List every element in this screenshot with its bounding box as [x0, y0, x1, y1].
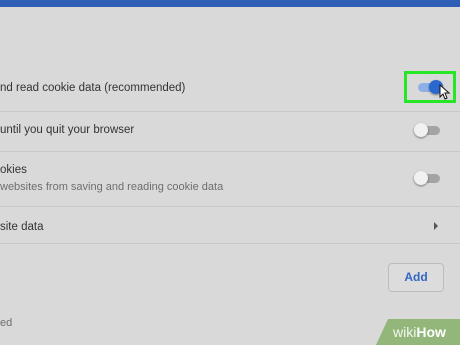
watermark-logo: wikiHow [393, 324, 446, 340]
chevron-right-icon [434, 222, 438, 230]
divider [0, 111, 460, 112]
toggle-knob [414, 171, 428, 185]
divider [0, 243, 460, 244]
wikihow-watermark: wikiHow [376, 319, 460, 345]
keep-local-data-label: until you quit your browser [0, 124, 135, 136]
top-bar [0, 0, 460, 7]
toggle-knob [414, 123, 428, 137]
block-third-party-toggle[interactable] [414, 168, 442, 188]
divider [0, 151, 460, 152]
see-all-site-data-row[interactable]: site data [0, 207, 460, 243]
allow-cookies-label: nd read cookie data (recommended) [0, 82, 186, 94]
see-all-site-data-label: site data [0, 221, 44, 233]
add-button[interactable]: Add [388, 263, 444, 292]
block-third-party-label: okies [0, 164, 27, 176]
block-third-party-description: websites from saving and reading cookie … [0, 181, 224, 193]
cursor-icon [439, 84, 451, 100]
keep-local-data-toggle[interactable] [414, 120, 442, 140]
allow-section-label: ed [0, 317, 13, 329]
